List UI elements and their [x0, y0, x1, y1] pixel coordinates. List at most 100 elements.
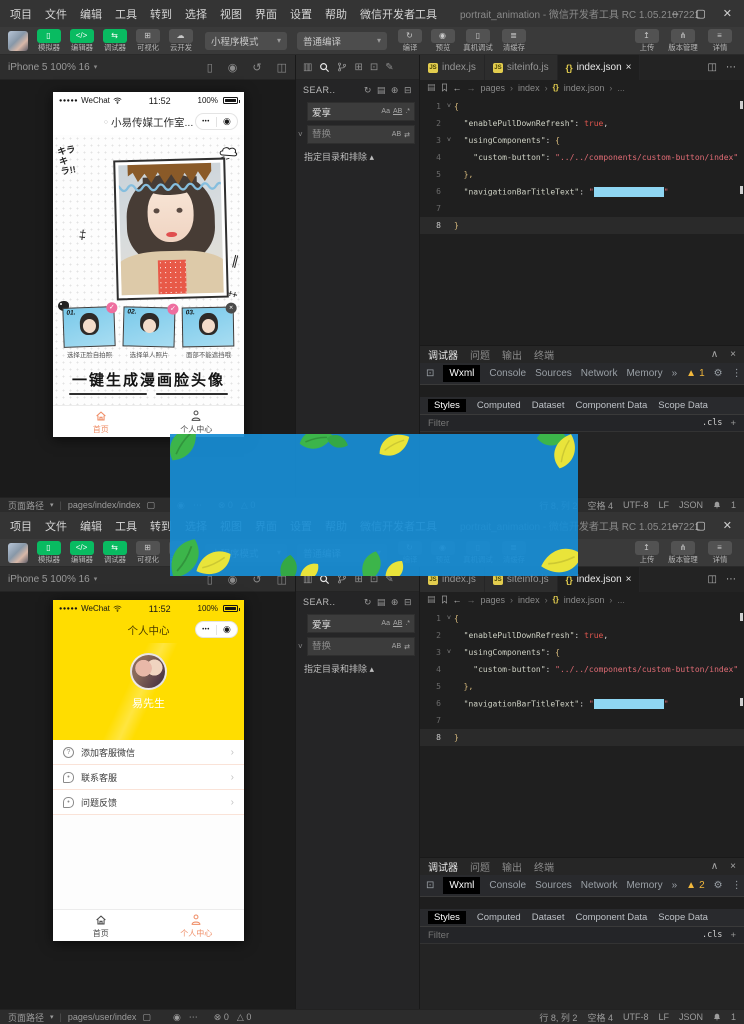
breadcrumb[interactable]: pages: [481, 595, 506, 605]
fold-icon[interactable]: ˅: [444, 614, 454, 623]
new-search-icon[interactable]: ⊕: [391, 85, 399, 96]
preview-button[interactable]: ◉预览: [426, 29, 459, 52]
details-button[interactable]: ≡详情: [703, 29, 736, 52]
preserve-case-toggle[interactable]: AB: [392, 131, 401, 138]
devtools-tab-sources[interactable]: Sources: [535, 880, 572, 891]
editor-button[interactable]: </>编辑器: [65, 541, 98, 564]
mode-dropdown[interactable]: 小程序模式▾: [205, 32, 287, 50]
menu-item-edit[interactable]: 编辑: [80, 6, 102, 22]
error-count[interactable]: ⊗ 0: [214, 1012, 229, 1023]
visualization-button[interactable]: ⊞可视化: [131, 29, 164, 52]
add-style-icon[interactable]: +: [730, 418, 736, 429]
inspect-icon[interactable]: ⊡: [426, 880, 434, 891]
copy-icon[interactable]: ▢: [142, 1012, 151, 1023]
back-icon[interactable]: ←: [453, 83, 462, 93]
list-item-contact-service[interactable]: • 联系客服 ›: [53, 765, 244, 790]
more-actions-icon[interactable]: ⋯: [726, 62, 736, 73]
devtools-tab-wxml[interactable]: Wxml: [443, 877, 480, 894]
more-tabs-icon[interactable]: »: [672, 880, 678, 891]
menu-item-interface[interactable]: 界面: [255, 6, 277, 22]
tab-debugger[interactable]: 调试器: [428, 859, 458, 874]
tab-debugger[interactable]: 调试器: [428, 347, 458, 362]
cloud-dev-button[interactable]: ☁云开发: [164, 29, 197, 52]
breadcrumb[interactable]: index: [518, 83, 540, 93]
code-editor[interactable]: 1˅{ 2 "enablePullDownRefresh": true, 3˅ …: [420, 95, 744, 345]
breadcrumb[interactable]: index.json: [564, 83, 605, 93]
tab-home[interactable]: 首页: [53, 406, 149, 437]
menu-item-project[interactable]: 项目: [10, 518, 32, 534]
split-editor-icon[interactable]: ◫: [708, 574, 717, 585]
fold-icon[interactable]: ˅: [444, 136, 454, 145]
files-icon[interactable]: ▥: [303, 62, 312, 73]
list-icon[interactable]: ▤: [427, 594, 436, 605]
maximize-button[interactable]: ▢: [695, 519, 705, 532]
collapse-panel-icon[interactable]: ∧: [711, 861, 718, 872]
devtools-tab-memory[interactable]: Memory: [626, 368, 662, 379]
tab-user-center[interactable]: 个人中心: [149, 910, 245, 941]
tab-user-center[interactable]: 个人中心: [149, 406, 245, 437]
subtab-styles[interactable]: Styles: [428, 911, 466, 924]
tab-output[interactable]: 输出: [502, 347, 522, 362]
user-avatar[interactable]: [8, 31, 28, 51]
indent-setting[interactable]: 空格 4: [587, 1011, 613, 1024]
language-mode[interactable]: JSON: [679, 1012, 703, 1022]
record-icon[interactable]: ◉: [228, 61, 238, 74]
back-icon[interactable]: ←: [453, 595, 462, 605]
grid-icon[interactable]: ⊞: [354, 62, 362, 73]
subtab-scope-data[interactable]: Scope Data: [658, 912, 708, 923]
subtab-dataset[interactable]: Dataset: [532, 912, 565, 923]
warning-badge[interactable]: ▲2: [686, 880, 704, 891]
subtab-computed[interactable]: Computed: [477, 912, 521, 923]
page-path-value[interactable]: pages/user/index: [68, 1012, 137, 1022]
tab-problems[interactable]: 问题: [470, 859, 490, 874]
menu-item-file[interactable]: 文件: [45, 518, 67, 534]
warning-badge[interactable]: ▲1: [686, 368, 704, 379]
user-avatar[interactable]: [8, 543, 28, 563]
bookmark-icon[interactable]: [441, 595, 448, 604]
subtab-computed[interactable]: Computed: [477, 400, 521, 411]
cls-toggle[interactable]: .cls: [702, 418, 722, 428]
whole-word-toggle[interactable]: AB: [393, 108, 402, 115]
device-selector[interactable]: iPhone 5 100% 16: [8, 574, 90, 585]
regex-toggle[interactable]: .*: [405, 108, 410, 115]
upload-button[interactable]: ↥上传: [630, 29, 663, 52]
bell-icon[interactable]: [713, 1013, 721, 1021]
cursor-position[interactable]: 行 8, 列 2: [539, 1011, 577, 1024]
bookmark-icon[interactable]: [441, 83, 448, 92]
eol-setting[interactable]: LF: [658, 500, 669, 510]
regex-toggle[interactable]: .*: [405, 620, 410, 627]
match-case-toggle[interactable]: Aa: [381, 620, 390, 627]
tab-index-json[interactable]: {}index.json×: [558, 55, 641, 80]
compile-mode-dropdown[interactable]: 普通编译▾: [297, 32, 387, 50]
device-debug-button[interactable]: ▯真机调试: [459, 29, 497, 52]
collapse-all-icon[interactable]: ⊟: [404, 597, 412, 608]
language-mode[interactable]: JSON: [679, 500, 703, 510]
more-tabs-icon[interactable]: »: [672, 368, 678, 379]
clear-cache-button[interactable]: ≣清缓存: [497, 29, 530, 52]
menu-item-wechat-devtools[interactable]: 微信开发者工具: [360, 6, 437, 22]
add-style-icon[interactable]: +: [730, 930, 736, 941]
replace-all-icon[interactable]: ⇄: [404, 131, 410, 139]
menu-item-goto[interactable]: 转到: [150, 6, 172, 22]
editor-button[interactable]: </>编辑器: [65, 29, 98, 52]
clear-results-icon[interactable]: ▤: [377, 597, 386, 608]
expand-replace-icon[interactable]: ˅: [298, 642, 307, 651]
subtab-component-data[interactable]: Component Data: [575, 912, 647, 923]
search-input[interactable]: [312, 106, 378, 117]
warning-count[interactable]: △ 0: [237, 1012, 251, 1023]
tab-index-js[interactable]: JSindex.js: [420, 55, 485, 80]
encoding[interactable]: UTF-8: [623, 1012, 649, 1022]
more-button[interactable]: •••: [202, 627, 210, 633]
tab-home[interactable]: 首页: [53, 910, 149, 941]
debugger-button[interactable]: ⇆调试器: [98, 541, 131, 564]
encoding[interactable]: UTF-8: [623, 500, 649, 510]
bell-icon[interactable]: [713, 501, 721, 509]
more-options-icon[interactable]: ⋮: [732, 880, 742, 891]
collapse-panel-icon[interactable]: ∧: [711, 349, 718, 360]
simulator-button[interactable]: ▯模拟器: [32, 29, 65, 52]
code-editor[interactable]: 1˅{ 2 "enablePullDownRefresh": true, 3˅ …: [420, 607, 744, 857]
page-path-label[interactable]: 页面路径: [8, 499, 44, 512]
rotate-icon[interactable]: ↺: [252, 61, 261, 74]
minimize-button[interactable]: –: [672, 8, 678, 20]
devtools-tab-console[interactable]: Console: [489, 880, 526, 891]
